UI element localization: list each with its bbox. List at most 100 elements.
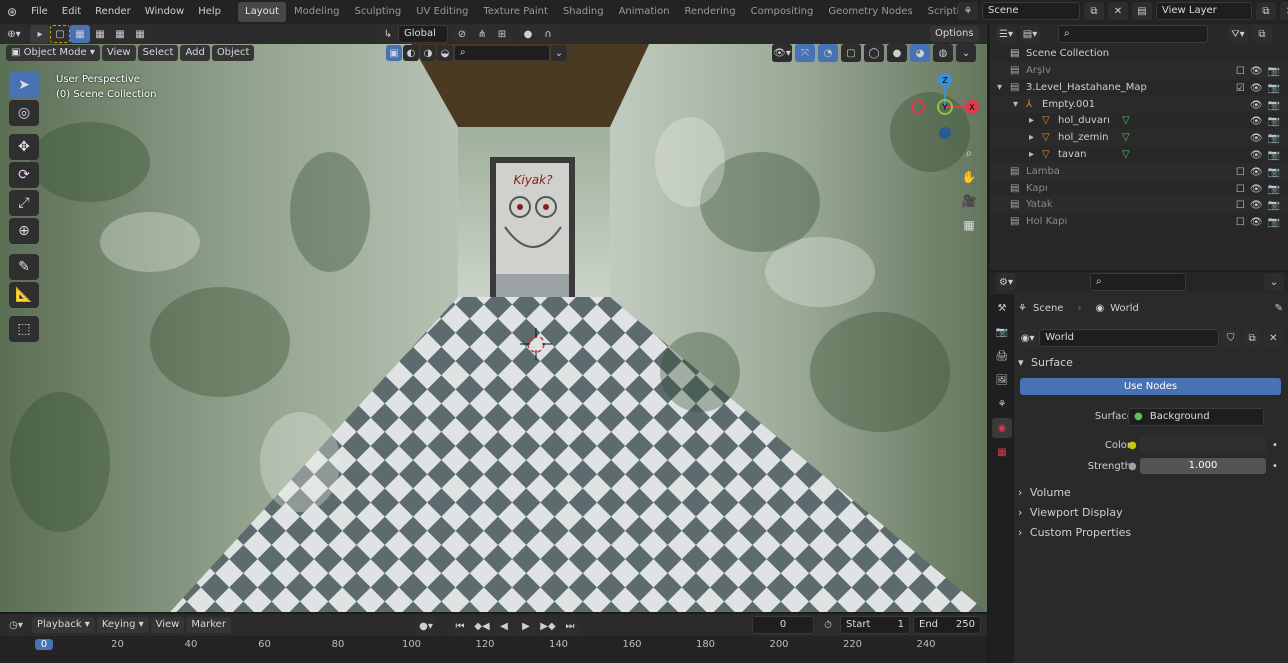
- mesh-data-icon[interactable]: ▽: [1122, 129, 1130, 146]
- marker-menu[interactable]: Marker: [186, 617, 231, 633]
- perspective-toggle-icon[interactable]: ▦: [958, 214, 980, 236]
- strength-keyframe-icon[interactable]: •: [1272, 461, 1278, 472]
- mode-set-icon[interactable]: ▦: [70, 25, 90, 43]
- shading-material-icon[interactable]: ◕: [910, 44, 930, 62]
- shading-dropdown-icon[interactable]: ⌄: [956, 44, 976, 62]
- playback-menu[interactable]: Playback ▾: [32, 617, 95, 633]
- scene-tab-icon[interactable]: ⚘: [992, 394, 1012, 414]
- render-camera-icon[interactable]: 📷: [1268, 80, 1280, 97]
- outliner-row[interactable]: ▤ Lamba ☐ 👁 📷: [990, 162, 1288, 181]
- visibility-eye-icon[interactable]: 👁: [1250, 80, 1263, 97]
- gizmo-toggle-icon[interactable]: ⤧: [795, 44, 815, 62]
- workspace-tab[interactable]: Shading: [556, 2, 611, 22]
- color-keyframe-icon[interactable]: •: [1272, 440, 1278, 451]
- custom-properties-panel-header[interactable]: › Custom Properties: [1018, 523, 1283, 543]
- pivot-icon[interactable]: ⊘: [452, 25, 472, 43]
- zoom-icon[interactable]: ⌕: [958, 142, 980, 164]
- 3d-viewport[interactable]: Kiyak? User Perspective (0) Scene Collec…: [0, 42, 987, 612]
- visibility-eye-icon[interactable]: 👁: [1250, 197, 1263, 214]
- visibility-eye-icon[interactable]: 👁: [1250, 147, 1263, 164]
- scale-tool-icon[interactable]: ⤢: [9, 190, 39, 216]
- shading-solid-icon[interactable]: ●: [887, 44, 907, 62]
- render-camera-icon[interactable]: 📷: [1268, 214, 1280, 231]
- viewport-display-panel-header[interactable]: › Viewport Display: [1018, 503, 1283, 523]
- properties-editor-icon[interactable]: ⚙▾: [996, 273, 1016, 291]
- world-tab-icon[interactable]: ◉: [992, 418, 1012, 438]
- select-mode-icon[interactable]: ▢: [50, 25, 70, 43]
- menu-render[interactable]: Render: [88, 2, 138, 22]
- exclude-checkbox[interactable]: ☐: [1236, 181, 1245, 198]
- expand-arrow-icon[interactable]: ▾: [1013, 96, 1018, 113]
- render-camera-icon[interactable]: 📷: [1268, 113, 1280, 130]
- view-layer-field[interactable]: View Layer: [1156, 2, 1252, 20]
- outliner-row[interactable]: ▤ Kapı ☐ 👁 📷: [990, 180, 1288, 197]
- workspace-tab[interactable]: Geometry Nodes: [821, 2, 919, 22]
- workspace-tab[interactable]: Sculpting: [348, 2, 409, 22]
- transform-orientation-select[interactable]: Global: [398, 25, 448, 43]
- world-name-field[interactable]: World: [1039, 329, 1220, 347]
- timeline-ruler[interactable]: 0 20 40 60 80 100 120 140 160 180 200 220 240: [0, 636, 987, 663]
- texture-tab-icon[interactable]: ▦: [992, 442, 1012, 462]
- workspace-tab[interactable]: UV Editing: [409, 2, 475, 22]
- visibility-eye-icon[interactable]: 👁: [1250, 97, 1263, 114]
- exclude-checkbox[interactable]: ☐: [1236, 164, 1245, 181]
- outliner-row[interactable]: ▤ Arşiv ☐ 👁 📷: [990, 62, 1288, 79]
- play-icon[interactable]: ▶: [516, 617, 536, 635]
- move-tool-icon[interactable]: ✥: [9, 134, 39, 160]
- expand-arrow-icon[interactable]: ▸: [1029, 146, 1034, 163]
- visibility-eye-icon[interactable]: 👁: [1250, 130, 1263, 147]
- object-menu[interactable]: Object: [211, 45, 255, 61]
- filter-render-icon[interactable]: ◑: [420, 45, 436, 61]
- transform-orientation-icon[interactable]: ↳: [378, 25, 398, 43]
- blender-logo-icon[interactable]: ⊛: [0, 2, 24, 22]
- outliner-row[interactable]: ▾ ⅄ Empty.001 👁 📷: [990, 95, 1288, 114]
- volume-panel-header[interactable]: › Volume: [1018, 483, 1283, 503]
- measure-tool-icon[interactable]: 📐: [9, 282, 39, 308]
- new-collection-icon[interactable]: ⧉: [1252, 25, 1272, 43]
- annotate-tool-icon[interactable]: ✎: [9, 254, 39, 280]
- world-browse-icon[interactable]: ◉▾: [1018, 329, 1038, 347]
- workspace-tab[interactable]: Modeling: [287, 2, 347, 22]
- next-keyframe-icon[interactable]: ▶◆: [538, 617, 558, 635]
- render-camera-icon[interactable]: 📷: [1268, 164, 1280, 181]
- outliner-search-field[interactable]: ⌕: [1058, 25, 1208, 43]
- snap-icon[interactable]: ⋔: [472, 25, 492, 43]
- shading-wireframe-icon[interactable]: ◯: [864, 44, 884, 62]
- start-frame-field[interactable]: Start 1: [840, 616, 910, 634]
- select-box-icon[interactable]: ▸: [30, 25, 50, 43]
- output-tab-icon[interactable]: 🖨: [992, 346, 1012, 366]
- duplicate-world-icon[interactable]: ⧉: [1242, 329, 1262, 347]
- rotate-tool-icon[interactable]: ⟳: [9, 162, 39, 188]
- menu-file[interactable]: File: [24, 2, 55, 22]
- keying-menu[interactable]: Keying ▾: [96, 617, 149, 633]
- exclude-checkbox[interactable]: ☑: [1236, 80, 1245, 97]
- menu-window[interactable]: Window: [138, 2, 191, 22]
- prev-keyframe-icon[interactable]: ◆◀: [472, 617, 492, 635]
- timeline-view-menu[interactable]: View: [150, 617, 185, 633]
- pan-hand-icon[interactable]: ✋: [958, 166, 980, 188]
- exclude-checkbox[interactable]: ☐: [1236, 214, 1245, 231]
- workspace-tab[interactable]: Compositing: [744, 2, 821, 22]
- end-frame-field[interactable]: End 250: [913, 616, 981, 634]
- workspace-tab[interactable]: Animation: [612, 2, 677, 22]
- select-tool-icon[interactable]: ➤: [9, 72, 39, 98]
- outliner-row[interactable]: ▤ Hol Kapı ☐ 👁 📷: [990, 213, 1288, 230]
- shading-rendered-icon[interactable]: ◍: [933, 44, 953, 62]
- overlay-toggle-icon[interactable]: ◔: [818, 44, 838, 62]
- mesh-data-icon[interactable]: ▽: [1122, 112, 1130, 129]
- add-cube-tool-icon[interactable]: ⬚: [9, 316, 39, 342]
- falloff-icon[interactable]: ∩: [538, 25, 558, 43]
- visibility-eye-icon[interactable]: 👁: [1250, 113, 1263, 130]
- render-camera-icon[interactable]: 📷: [1268, 197, 1280, 214]
- jump-start-icon[interactable]: ⏮: [450, 617, 470, 635]
- surface-panel-header[interactable]: ▾ Surface: [1018, 353, 1283, 373]
- outliner-row[interactable]: ▸ ▽ hol_zemin ▽ 👁 📷: [990, 129, 1288, 147]
- viewport-search-field[interactable]: ⌕: [454, 45, 550, 61]
- use-nodes-button[interactable]: Use Nodes: [1020, 378, 1281, 395]
- mode-extend-icon[interactable]: ▦: [90, 25, 110, 43]
- menu-help[interactable]: Help: [191, 2, 228, 22]
- scene-icon[interactable]: ⚘: [958, 2, 978, 20]
- editor-type-icon[interactable]: ⊕▾: [4, 25, 24, 43]
- options-button[interactable]: Options: [930, 26, 979, 42]
- mode-subtract-icon[interactable]: ▦: [110, 25, 130, 43]
